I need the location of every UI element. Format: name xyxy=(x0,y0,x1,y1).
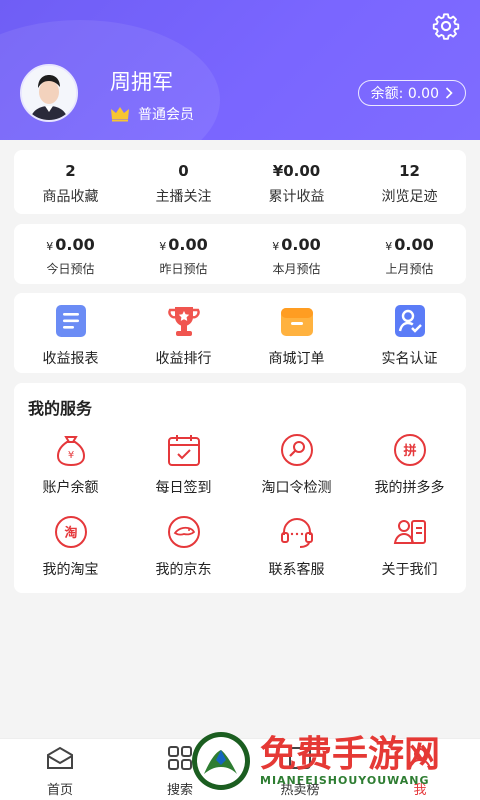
stat-value: 2 xyxy=(65,162,76,180)
svg-text:拼: 拼 xyxy=(403,443,416,459)
estimate-yesterday: ¥0.00 昨日预估 xyxy=(127,224,240,284)
watermark-subtitle: MIANFEISHOUYOUWANG xyxy=(260,773,430,787)
estimate-label: 昨日预估 xyxy=(159,262,208,276)
currency-symbol: ¥ xyxy=(46,240,54,253)
earnings-ranking-button[interactable]: 收益排行 xyxy=(127,293,240,373)
real-name-verify-button[interactable]: 实名认证 xyxy=(353,293,466,373)
svg-text:¥: ¥ xyxy=(67,450,73,461)
stat-favorites[interactable]: 2 商品收藏 xyxy=(14,150,127,214)
estimate-value: 0.00 xyxy=(281,235,321,254)
gear-icon[interactable] xyxy=(432,12,460,40)
order-box-icon xyxy=(280,308,313,336)
estimate-value: 0.00 xyxy=(55,235,95,254)
report-icon xyxy=(55,305,86,337)
stat-total-earnings[interactable]: ¥0.00 累计收益 xyxy=(240,150,353,214)
reports-card: 收益报表 收益排行 商城订单 实名认证 xyxy=(14,293,466,373)
service-my-pinduoduo[interactable]: 拼 我的拼多多 xyxy=(353,433,466,497)
service-label: 账户余额 xyxy=(42,480,99,496)
estimate-this-month: ¥0.00 本月预估 xyxy=(240,224,353,284)
estimate-last-month: ¥0.00 上月预估 xyxy=(353,224,466,284)
tab-home[interactable]: 首页 xyxy=(0,739,120,800)
estimate-value: 0.00 xyxy=(394,235,434,254)
stat-label: 累计收益 xyxy=(268,189,325,205)
service-label: 每日签到 xyxy=(155,480,212,496)
currency-symbol: ¥ xyxy=(159,240,167,253)
currency-symbol: ¥ xyxy=(272,240,280,253)
service-contact-support[interactable]: 联系客服 xyxy=(240,515,353,579)
jd-icon xyxy=(167,516,200,548)
service-my-jd[interactable]: 我的京东 xyxy=(127,515,240,579)
member-level: 普通会员 xyxy=(110,104,194,124)
estimate-label: 本月预估 xyxy=(272,262,321,276)
estimate-label: 上月预估 xyxy=(385,262,434,276)
stat-value: 0 xyxy=(178,162,189,180)
report-label: 收益排行 xyxy=(155,351,212,367)
currency-symbol: ¥ xyxy=(385,240,393,253)
about-card-icon xyxy=(393,520,426,544)
report-label: 商城订单 xyxy=(268,351,325,367)
trophy-icon xyxy=(167,307,200,336)
stat-value: 12 xyxy=(399,162,420,180)
section-title: 我的服务 xyxy=(28,399,93,418)
service-label: 关于我们 xyxy=(381,562,438,578)
member-level-label: 普通会员 xyxy=(138,107,194,123)
estimate-value: 0.00 xyxy=(168,235,208,254)
stat-value: ¥0.00 xyxy=(272,162,321,180)
service-label: 我的淘宝 xyxy=(42,562,99,578)
stats-card: 2 商品收藏 0 主播关注 ¥0.00 累计收益 12 浏览足迹 xyxy=(14,150,466,214)
my-services-card: 我的服务 ¥ 账户余额 每日签到 淘口令检测 拼 我的拼多多 淘 我的淘宝 我的… xyxy=(14,383,466,593)
stat-follows[interactable]: 0 主播关注 xyxy=(127,150,240,214)
id-verify-icon xyxy=(394,305,425,337)
estimates-card: ¥0.00 今日预估 ¥0.00 昨日预估 ¥0.00 本月预估 ¥0.00 上… xyxy=(14,224,466,284)
svg-text:淘: 淘 xyxy=(64,525,77,541)
service-label: 我的拼多多 xyxy=(374,480,445,496)
stat-label: 浏览足迹 xyxy=(381,189,438,205)
balance-button[interactable]: 余额: 0.00 xyxy=(357,80,466,106)
stat-label: 商品收藏 xyxy=(42,189,99,205)
stat-history[interactable]: 12 浏览足迹 xyxy=(353,150,466,214)
stat-label: 主播关注 xyxy=(155,189,212,205)
watermark-title: 免费手游网 xyxy=(260,733,441,775)
tab-label: 首页 xyxy=(46,783,73,798)
profile-header: 周拥军 普通会员 余额: 0.00 xyxy=(0,0,480,140)
balance-label: 余额: 0.00 xyxy=(370,86,439,102)
taobao-icon: 淘 xyxy=(54,516,87,548)
calendar-check-icon xyxy=(167,435,200,466)
earnings-report-button[interactable]: 收益报表 xyxy=(14,293,127,373)
mall-orders-button[interactable]: 商城订单 xyxy=(240,293,353,373)
site-watermark: 免费手游网 MIANFEISHOUYOUWANG xyxy=(190,722,480,800)
search-circle-icon xyxy=(280,434,313,466)
service-label: 联系客服 xyxy=(268,562,325,578)
avatar[interactable] xyxy=(20,64,78,122)
chevron-right-icon xyxy=(445,87,453,99)
money-bag-icon: ¥ xyxy=(56,436,85,467)
service-label: 淘口令检测 xyxy=(261,480,332,496)
report-label: 收益报表 xyxy=(42,351,99,367)
watermark-logo-icon xyxy=(192,732,250,790)
headset-icon xyxy=(280,518,313,548)
pinduoduo-icon: 拼 xyxy=(393,434,426,466)
service-account-balance[interactable]: ¥ 账户余额 xyxy=(14,433,127,497)
username: 周拥军 xyxy=(110,70,173,94)
estimate-label: 今日预估 xyxy=(46,262,95,276)
service-label: 我的京东 xyxy=(155,562,212,578)
service-code-check[interactable]: 淘口令检测 xyxy=(240,433,353,497)
home-icon xyxy=(47,746,73,769)
service-about-us[interactable]: 关于我们 xyxy=(353,515,466,579)
service-daily-checkin[interactable]: 每日签到 xyxy=(127,433,240,497)
report-label: 实名认证 xyxy=(381,351,438,367)
service-my-taobao[interactable]: 淘 我的淘宝 xyxy=(14,515,127,579)
crown-icon xyxy=(111,107,129,122)
estimate-today: ¥0.00 今日预估 xyxy=(14,224,127,284)
